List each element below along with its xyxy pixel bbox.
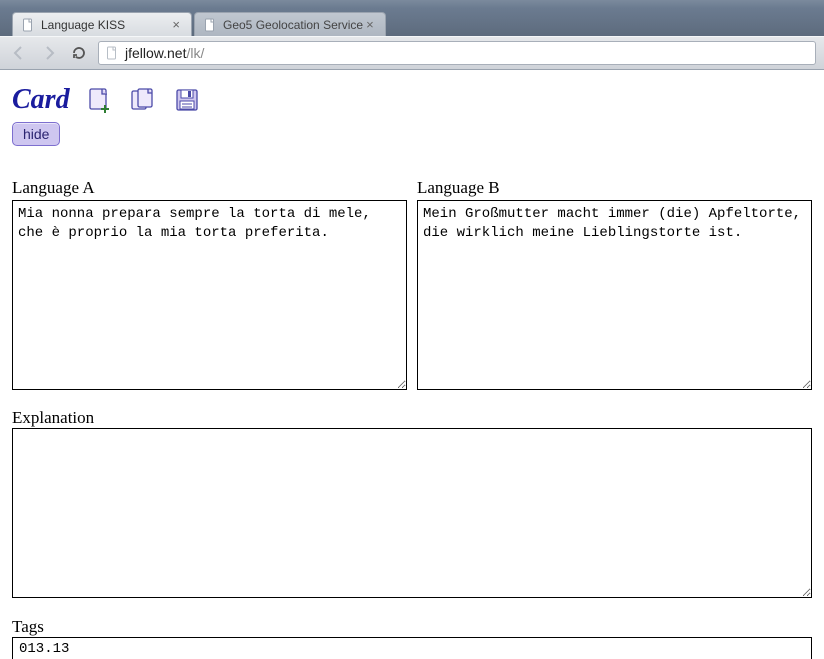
back-button[interactable] xyxy=(8,42,30,64)
explanation-label: Explanation xyxy=(12,408,94,427)
language-b-textarea[interactable] xyxy=(417,200,812,390)
close-icon[interactable]: × xyxy=(363,17,377,32)
reload-button[interactable] xyxy=(68,42,90,64)
tabstrip: Language KISS × Geo5 Geolocation Service… xyxy=(0,8,824,36)
url-host: jfellow.net xyxy=(125,45,186,61)
url-bar[interactable]: jfellow.net/lk/ xyxy=(98,41,816,65)
language-a-textarea[interactable] xyxy=(12,200,407,390)
tab-language-kiss[interactable]: Language KISS × xyxy=(12,12,192,36)
hide-button[interactable]: hide xyxy=(12,122,60,146)
tab-label: Language KISS xyxy=(41,18,125,32)
page-body: Card h xyxy=(0,70,824,659)
explanation-textarea[interactable] xyxy=(12,428,812,598)
tab-label: Geo5 Geolocation Service xyxy=(223,18,363,32)
language-a-label: Language A xyxy=(12,178,407,198)
tags-input[interactable] xyxy=(12,637,812,659)
card-header: Card xyxy=(12,84,812,116)
copy-card-button[interactable] xyxy=(128,85,158,115)
close-icon[interactable]: × xyxy=(169,17,183,32)
document-icon xyxy=(21,18,35,32)
forward-button[interactable] xyxy=(38,42,60,64)
tags-label: Tags xyxy=(12,617,44,636)
new-card-button[interactable] xyxy=(84,85,114,115)
document-icon xyxy=(203,18,217,32)
window-titlebar-strip xyxy=(0,0,824,8)
save-button[interactable] xyxy=(172,85,202,115)
url-path: /lk/ xyxy=(186,45,204,61)
nav-toolbar: jfellow.net/lk/ xyxy=(0,36,824,70)
tab-geo5[interactable]: Geo5 Geolocation Service × xyxy=(194,12,386,36)
language-b-label: Language B xyxy=(417,178,812,198)
document-icon xyxy=(105,46,119,60)
page-title: Card xyxy=(12,84,70,116)
